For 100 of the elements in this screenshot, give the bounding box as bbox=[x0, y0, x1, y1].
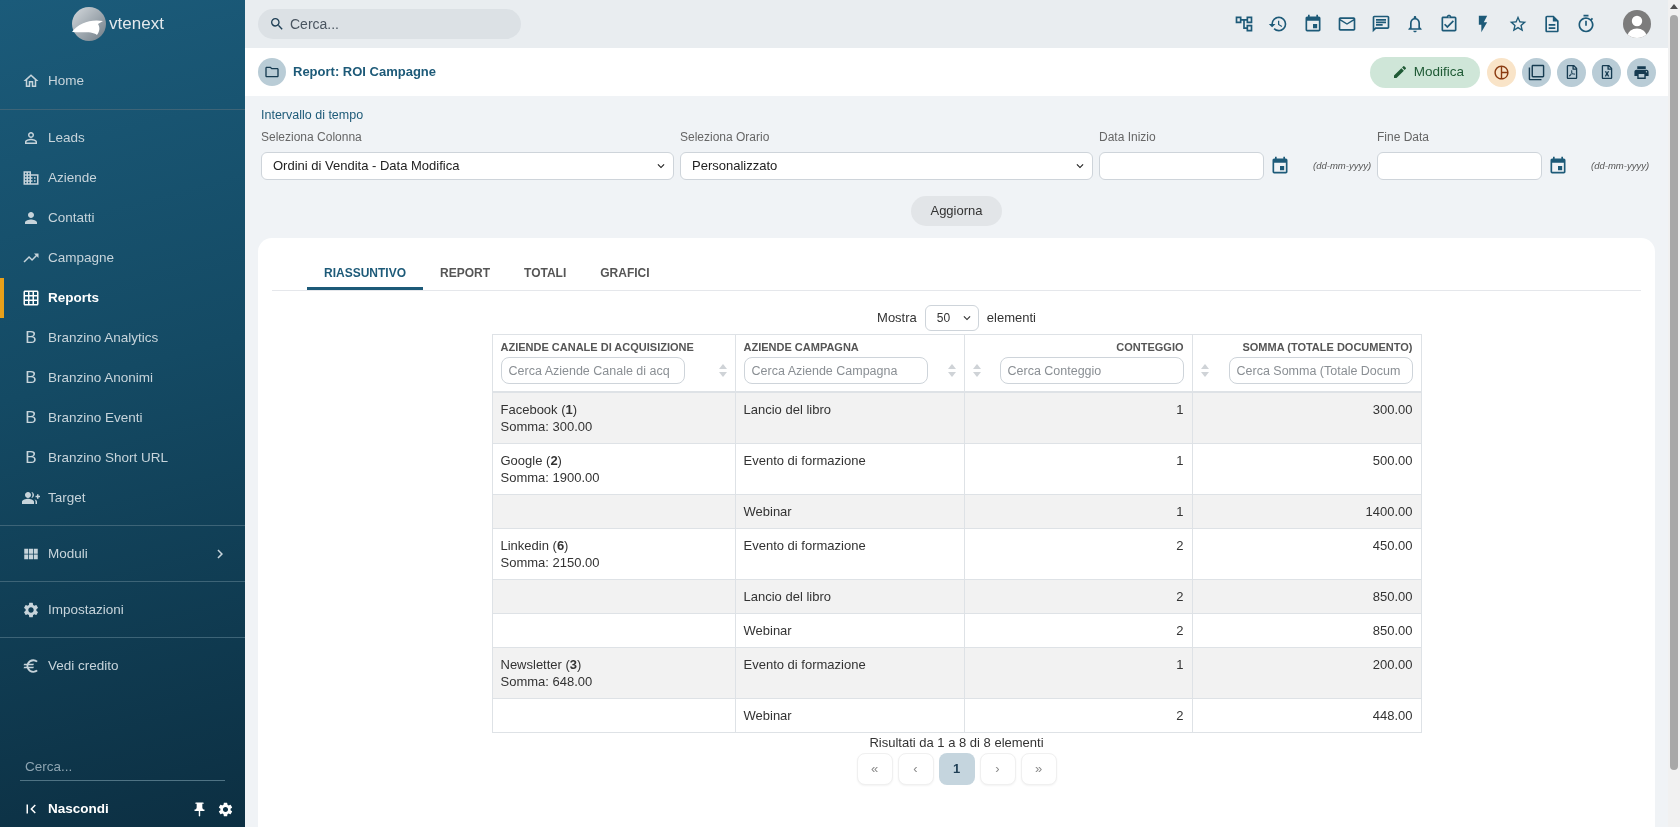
table-cell: Facebook (1) Somma: 300.00 bbox=[492, 392, 735, 444]
column-header[interactable]: AZIENDE CANALE DI ACQUISIZIONE bbox=[500, 340, 694, 354]
sidebar-item[interactable]: Leads bbox=[0, 118, 245, 158]
pdf-button[interactable] bbox=[1557, 57, 1586, 87]
table-cell: 2 bbox=[964, 698, 1192, 733]
x-document-icon bbox=[1599, 65, 1614, 79]
sidebar-item[interactable]: B Branzino Eventi bbox=[0, 398, 245, 438]
sidebar-item[interactable]: Vedi credito bbox=[0, 646, 245, 686]
tab[interactable]: REPORT bbox=[423, 258, 508, 290]
table-cell: 300.00 bbox=[1192, 392, 1421, 444]
sidebar-search-field[interactable]: Cerca... bbox=[20, 753, 225, 781]
table-cell: 200.00 bbox=[1192, 647, 1421, 699]
page-button[interactable]: « bbox=[856, 753, 893, 785]
column-search-field[interactable]: Cerca Conteggio bbox=[999, 357, 1184, 384]
page-button[interactable]: ‹ bbox=[897, 753, 934, 785]
table-cell: Webinar bbox=[735, 613, 964, 648]
person-outline-icon bbox=[22, 129, 40, 147]
letter-icon: B bbox=[22, 408, 40, 428]
logo-icon bbox=[71, 6, 108, 42]
table-cell: 448.00 bbox=[1192, 698, 1421, 733]
table-cell: 1 bbox=[964, 392, 1192, 444]
table-cell: Evento di formazione bbox=[735, 647, 964, 699]
calendar-icon[interactable] bbox=[1548, 156, 1568, 176]
table-cell: 1 bbox=[964, 494, 1192, 529]
print-button[interactable] bbox=[1627, 57, 1656, 87]
field-label: Fine Data bbox=[1377, 129, 1430, 146]
table-cell: Webinar bbox=[735, 698, 964, 733]
page-button[interactable]: » bbox=[1020, 753, 1057, 785]
hierarchy-icon[interactable] bbox=[1234, 14, 1255, 34]
field-label: Seleziona Orario bbox=[680, 129, 770, 146]
column-header[interactable]: AZIENDE CAMPAGNA bbox=[743, 340, 859, 354]
scrollbar-thumb[interactable] bbox=[1670, 15, 1678, 770]
table-cell: 500.00 bbox=[1192, 443, 1421, 495]
calendar-icon[interactable] bbox=[1270, 156, 1290, 176]
table-cell: 1 bbox=[964, 443, 1192, 495]
sidebar-item[interactable]: Moduli bbox=[0, 534, 245, 574]
page-length-select[interactable]: 50 bbox=[924, 305, 979, 331]
copy-button[interactable] bbox=[1522, 57, 1551, 87]
sidebar-item[interactable]: B Branzino Short URL bbox=[0, 438, 245, 478]
table-cell: 2 bbox=[964, 579, 1192, 614]
table-cell: Lancio del libro bbox=[735, 392, 964, 444]
sidebar-item[interactable]: Target bbox=[0, 478, 245, 518]
column-header[interactable]: SOMMA (TOTALE DOCUMENTO) bbox=[1242, 340, 1413, 354]
pencil-icon bbox=[1391, 64, 1408, 80]
home-icon bbox=[22, 72, 40, 90]
page-button[interactable]: 1 bbox=[938, 753, 975, 785]
chat-icon[interactable] bbox=[1370, 14, 1391, 34]
date-field[interactable] bbox=[1099, 152, 1264, 180]
sidebar-item[interactable]: Aziende bbox=[0, 158, 245, 198]
spreadsheet-button[interactable] bbox=[1592, 57, 1621, 87]
update-button[interactable]: Aggiorna bbox=[911, 196, 1002, 226]
dropdown-select[interactable]: Personalizzato bbox=[680, 152, 1093, 180]
sidebar-item[interactable]: Home bbox=[0, 61, 245, 101]
folder-icon bbox=[258, 58, 286, 86]
tab[interactable]: GRAFICI bbox=[583, 258, 667, 290]
sidebar-item[interactable]: B Branzino Anonimi bbox=[0, 358, 245, 398]
letter-icon: B bbox=[22, 328, 40, 348]
person-icon bbox=[22, 209, 40, 227]
table-cell: 850.00 bbox=[1192, 613, 1421, 648]
building-icon bbox=[22, 169, 40, 187]
table-cell: 450.00 bbox=[1192, 528, 1421, 580]
letter-icon: B bbox=[22, 368, 40, 388]
column-header[interactable]: CONTEGGIO bbox=[1116, 340, 1184, 354]
search-field[interactable]: Cerca... bbox=[258, 9, 521, 39]
scroll-up-icon[interactable] bbox=[1670, 4, 1678, 9]
table-cell: 1400.00 bbox=[1192, 494, 1421, 529]
stopwatch-icon[interactable] bbox=[1576, 14, 1596, 34]
field-label: Data Inizio bbox=[1099, 129, 1156, 146]
column-search-field[interactable]: Cerca Aziende Canale di acq bbox=[500, 357, 685, 384]
date-field[interactable] bbox=[1377, 152, 1542, 180]
table-cell: Newsletter (3) Somma: 648.00 bbox=[492, 647, 735, 699]
table-cell: 2 bbox=[964, 528, 1192, 580]
sidebar-item[interactable]: Impostazioni bbox=[0, 590, 245, 630]
column-search-field[interactable]: Cerca Aziende Campagna bbox=[743, 357, 928, 384]
sidebar-item[interactable]: B Branzino Analytics bbox=[0, 318, 245, 358]
mail-icon[interactable] bbox=[1336, 14, 1357, 34]
people-plus-icon bbox=[22, 489, 40, 507]
page-button[interactable]: › bbox=[979, 753, 1016, 785]
history-icon[interactable] bbox=[1268, 14, 1289, 34]
settings-icon[interactable] bbox=[217, 800, 234, 818]
edit-button[interactable]: Modifica bbox=[1369, 56, 1480, 88]
sidebar-item[interactable]: Contatti bbox=[0, 198, 245, 238]
table-cell: Google (2) Somma: 1900.00 bbox=[492, 443, 735, 495]
table-cell: Linkedin (6) Somma: 2150.00 bbox=[492, 528, 735, 580]
euro-icon bbox=[22, 657, 40, 675]
section-title: Intervallo di tempo bbox=[261, 107, 364, 124]
results-info: Risultati da 1 a 8 di 8 elementi bbox=[869, 734, 1044, 752]
column-search-field[interactable]: Cerca Somma (Totale Docum bbox=[1228, 357, 1413, 384]
tab[interactable]: RIASSUNTIVO bbox=[307, 258, 423, 290]
avatar-icon[interactable] bbox=[1623, 10, 1651, 38]
chart-button[interactable] bbox=[1487, 57, 1516, 87]
tab[interactable]: TOTALI bbox=[507, 258, 584, 290]
copy-icon bbox=[1528, 63, 1545, 81]
clipboard-check-icon[interactable] bbox=[1439, 14, 1460, 34]
field-label: Seleziona Colonna bbox=[261, 129, 362, 146]
logo-text: vtenext bbox=[109, 13, 164, 35]
collapse-button[interactable]: Nascondi bbox=[22, 798, 109, 820]
table-cell: Lancio del libro bbox=[735, 579, 964, 614]
dropdown-select[interactable]: Ordini di Vendita - Data Modifica bbox=[261, 152, 674, 180]
sidebar-item[interactable]: Campagne bbox=[0, 238, 245, 278]
